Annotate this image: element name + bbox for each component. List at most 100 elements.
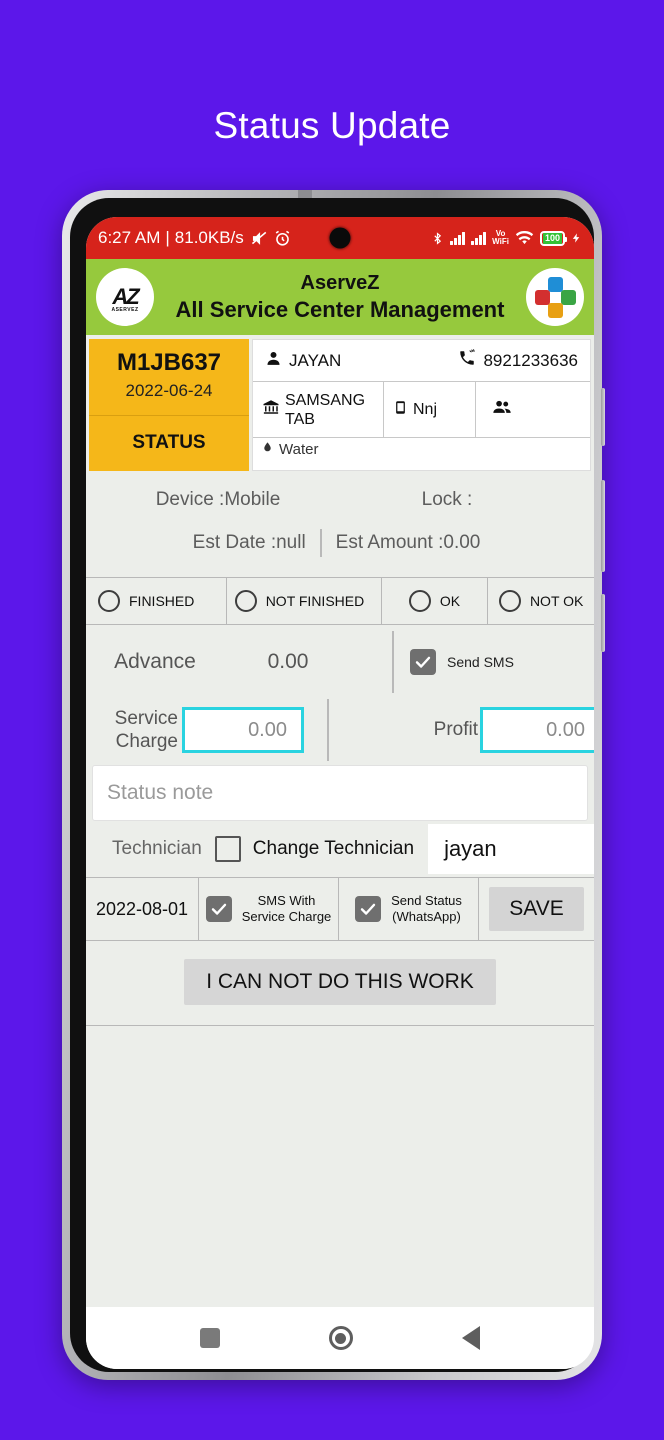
phone-call-icon bbox=[458, 349, 476, 372]
ticket-code: M1JB637 bbox=[116, 349, 222, 376]
radio-label-ok: OK bbox=[439, 593, 461, 609]
customer-name-cell[interactable]: JAYAN bbox=[265, 350, 458, 372]
status-note-input[interactable]: Status note bbox=[92, 765, 588, 821]
status-bar-separator: | bbox=[165, 228, 170, 247]
additional-service-row[interactable]: Water bbox=[253, 438, 590, 460]
ticket-summary: M1JB637 2022-06-24 STATUS JAYAN 89212336… bbox=[86, 335, 594, 471]
advance-value: 0.00 bbox=[267, 650, 309, 673]
phone-frame: 6:27 AM | 81.0KB/s Vo WiFi 100 AZ ASERVE… bbox=[62, 190, 605, 1380]
pinwheel-logo-icon[interactable] bbox=[526, 268, 584, 326]
status-bar-network-speed: 81.0KB/s bbox=[174, 228, 244, 247]
radio-circle-icon bbox=[408, 590, 431, 612]
change-technician-checkbox[interactable] bbox=[214, 836, 241, 862]
radio-label-not-ok: NOT OK bbox=[529, 593, 584, 609]
signal-bars-icon bbox=[471, 231, 487, 245]
customer-device-card: JAYAN 8921233636 SAMSANG TAB Nnj Water bbox=[252, 339, 591, 471]
app-header: AZ ASERVEZ AserveZ All Service Center Ma… bbox=[86, 259, 594, 335]
status-option-group: FINISHED NOT FINISHED OK NOT OK bbox=[86, 577, 594, 625]
volume-down-button[interactable] bbox=[601, 480, 605, 572]
sms-with-service-charge-label: SMS With Service Charge bbox=[242, 893, 332, 925]
wifi-icon bbox=[515, 230, 534, 246]
water-drop-icon bbox=[262, 440, 273, 458]
send-sms-checkbox-row[interactable]: Send SMS bbox=[394, 649, 594, 675]
radio-option-finished[interactable]: FINISHED bbox=[86, 578, 226, 624]
bluetooth-icon bbox=[431, 230, 444, 247]
action-row: 2022-08-01 SMS With Service Charge Send … bbox=[86, 877, 594, 941]
service-charge-input[interactable]: 0.00 bbox=[182, 707, 304, 753]
app-header-titles: AserveZ All Service Center Management bbox=[154, 271, 526, 323]
status-bar-right: Vo WiFi 100 bbox=[431, 230, 582, 247]
additional-service-label: Water bbox=[279, 440, 319, 458]
device-model-cell[interactable]: Nnj bbox=[383, 382, 475, 437]
advance-label: Advance bbox=[114, 650, 196, 673]
send-status-whatsapp-option[interactable]: Send Status (WhatsApp) bbox=[338, 878, 478, 940]
square-recents-icon[interactable] bbox=[200, 1328, 221, 1348]
alarm-icon bbox=[273, 229, 292, 248]
sms-with-service-charge-checkbox[interactable] bbox=[205, 896, 232, 922]
status-note-wrapper: Status note bbox=[86, 761, 594, 821]
profit-input[interactable]: 0.00 bbox=[480, 707, 594, 753]
phone-bezel: 6:27 AM | 81.0KB/s Vo WiFi 100 AZ ASERVE… bbox=[70, 198, 594, 1372]
empty-content-area bbox=[86, 1026, 594, 1307]
customer-phone: 8921233636 bbox=[483, 350, 578, 370]
cannot-do-work-button[interactable]: I CAN NOT DO THIS WORK bbox=[184, 959, 496, 1005]
phone-screen: 6:27 AM | 81.0KB/s Vo WiFi 100 AZ ASERVE… bbox=[86, 217, 594, 1369]
change-technician-label: Change Technician bbox=[252, 838, 415, 859]
radio-option-not-finished[interactable]: NOT FINISHED bbox=[225, 578, 381, 624]
save-button[interactable]: SAVE bbox=[489, 887, 584, 931]
customer-name: JAYAN bbox=[289, 350, 342, 370]
technician-name-input[interactable]: jayan bbox=[428, 824, 594, 874]
circle-home-icon[interactable] bbox=[328, 1326, 353, 1350]
ticket-id-card[interactable]: M1JB637 2022-06-24 STATUS bbox=[89, 339, 249, 471]
assigned-group-cell[interactable] bbox=[475, 382, 590, 437]
triangle-back-icon[interactable] bbox=[461, 1326, 480, 1350]
send-sms-checkbox[interactable] bbox=[410, 649, 436, 675]
service-charge-label: Service Charge bbox=[114, 708, 178, 752]
est-date-label: Est Date :null bbox=[192, 532, 306, 553]
app-tagline: All Service Center Management bbox=[175, 297, 505, 322]
device-type-label: Device :Mobile bbox=[155, 489, 281, 510]
radio-label-finished: FINISHED bbox=[129, 593, 195, 609]
status-button[interactable]: STATUS bbox=[89, 416, 249, 471]
sms-label-line1: SMS With bbox=[257, 893, 316, 908]
sms-label-line2: Service Charge bbox=[241, 909, 332, 924]
device-brand-cell[interactable]: SAMSANG TAB bbox=[253, 382, 383, 437]
cannot-do-work-row: I CAN NOT DO THIS WORK bbox=[86, 941, 594, 1026]
action-date[interactable]: 2022-08-01 bbox=[86, 878, 198, 940]
signal-bars-icon bbox=[450, 231, 466, 245]
mute-icon bbox=[249, 229, 268, 248]
vertical-divider bbox=[327, 699, 329, 761]
device-info-line-2: Est Date :null Est Amount :0.00 bbox=[86, 529, 594, 567]
device-row: SAMSANG TAB Nnj bbox=[253, 382, 590, 438]
device-brand: SAMSANG TAB bbox=[285, 391, 366, 428]
profit-group: Profit 0.00 bbox=[304, 707, 594, 753]
customer-phone-cell[interactable]: 8921233636 bbox=[458, 349, 578, 372]
whatsapp-label-line2: (WhatsApp) bbox=[392, 909, 461, 924]
front-camera-punch-hole bbox=[329, 227, 351, 249]
ticket-id-block: M1JB637 2022-06-24 bbox=[89, 339, 249, 416]
aservez-logo-icon[interactable]: AZ ASERVEZ bbox=[96, 268, 154, 326]
radio-option-not-ok[interactable]: NOT OK bbox=[487, 578, 594, 624]
power-button[interactable] bbox=[601, 594, 605, 652]
device-info-line-1: Device :Mobile Lock : bbox=[86, 485, 594, 529]
radio-label-not-finished: NOT FINISHED bbox=[265, 593, 365, 609]
send-status-whatsapp-checkbox[interactable] bbox=[355, 896, 382, 922]
charging-bolt-icon bbox=[571, 230, 582, 246]
volume-up-button[interactable] bbox=[601, 388, 605, 446]
save-cell: SAVE bbox=[478, 878, 594, 940]
sms-with-service-charge-option[interactable]: SMS With Service Charge bbox=[198, 878, 338, 940]
status-bar-time: 6:27 AM bbox=[98, 228, 161, 247]
profit-label: Profit bbox=[433, 719, 478, 740]
radio-circle-icon bbox=[234, 590, 257, 612]
technician-row: Technician Change Technician jayan bbox=[86, 821, 594, 877]
radio-circle-icon bbox=[98, 590, 120, 612]
bank-icon bbox=[262, 398, 280, 421]
status-bar-left: 6:27 AM | 81.0KB/s bbox=[98, 228, 292, 248]
wifi-label: WiFi bbox=[492, 237, 509, 246]
android-nav-bar bbox=[86, 1307, 594, 1369]
mobile-icon bbox=[393, 398, 408, 422]
radio-option-ok[interactable]: OK bbox=[380, 578, 488, 624]
person-icon bbox=[265, 350, 282, 372]
customer-row: JAYAN 8921233636 bbox=[253, 340, 590, 382]
ticket-date: 2022-06-24 bbox=[125, 381, 213, 400]
